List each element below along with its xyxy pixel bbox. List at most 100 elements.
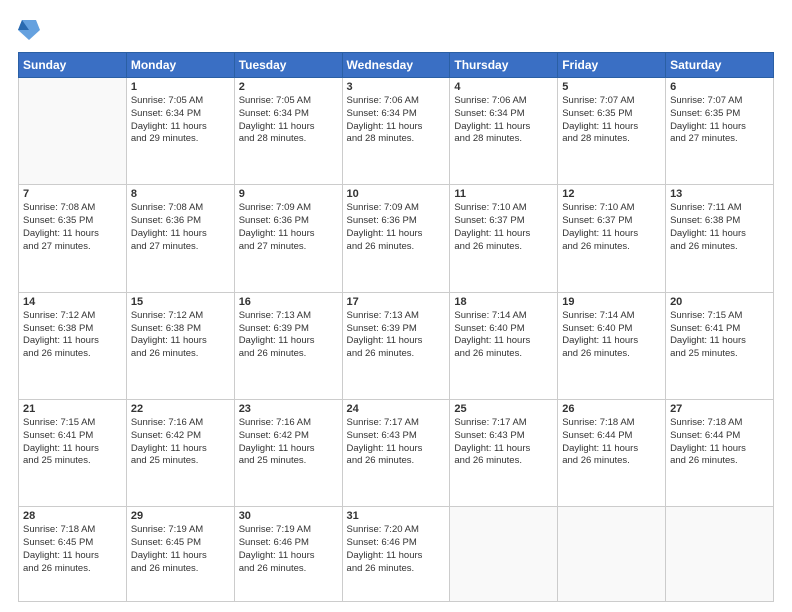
cell-content: Sunrise: 7:12 AM Sunset: 6:38 PM Dayligh… [131, 310, 230, 361]
day-number: 20 [670, 296, 769, 308]
weekday-header: Saturday [666, 53, 774, 78]
cell-content: Sunrise: 7:06 AM Sunset: 6:34 PM Dayligh… [347, 95, 446, 146]
calendar-header-row: SundayMondayTuesdayWednesdayThursdayFrid… [19, 53, 774, 78]
calendar-cell: 28 Sunrise: 7:18 AM Sunset: 6:45 PM Dayli… [19, 507, 127, 602]
cell-content: Sunrise: 7:19 AM Sunset: 6:45 PM Dayligh… [131, 524, 230, 575]
calendar-cell: 26 Sunrise: 7:18 AM Sunset: 6:44 PM Dayli… [558, 400, 666, 507]
day-number: 23 [239, 403, 338, 415]
calendar-cell: 11 Sunrise: 7:10 AM Sunset: 6:37 PM Dayli… [450, 185, 558, 292]
calendar-cell: 24Sunrise: 7:17 AM Sunset: 6:43 PM Dayli… [342, 400, 450, 507]
cell-content: Sunrise: 7:18 AM Sunset: 6:45 PM Dayligh… [23, 524, 122, 575]
calendar-cell: 25 Sunrise: 7:17 AM Sunset: 6:43 PM Dayli… [450, 400, 558, 507]
calendar-cell: 14 Sunrise: 7:12 AM Sunset: 6:38 PM Dayli… [19, 292, 127, 399]
calendar-cell: 18 Sunrise: 7:14 AM Sunset: 6:40 PM Dayli… [450, 292, 558, 399]
calendar-cell: 8 Sunrise: 7:08 AM Sunset: 6:36 PM Daylig… [126, 185, 234, 292]
calendar-cell: 15 Sunrise: 7:12 AM Sunset: 6:38 PM Dayli… [126, 292, 234, 399]
day-number: 6 [670, 81, 769, 93]
cell-content: Sunrise: 7:19 AM Sunset: 6:46 PM Dayligh… [239, 524, 338, 575]
calendar-week-row: 14 Sunrise: 7:12 AM Sunset: 6:38 PM Dayli… [19, 292, 774, 399]
calendar-cell: 5 Sunrise: 7:07 AM Sunset: 6:35 PM Daylig… [558, 78, 666, 185]
cell-content: Sunrise: 7:10 AM Sunset: 6:37 PM Dayligh… [562, 202, 661, 253]
day-number: 25 [454, 403, 553, 415]
calendar-cell: 22Sunrise: 7:16 AM Sunset: 6:42 PM Dayli… [126, 400, 234, 507]
day-number: 27 [670, 403, 769, 415]
cell-content: Sunrise: 7:11 AM Sunset: 6:38 PM Dayligh… [670, 202, 769, 253]
calendar-week-row: 21Sunrise: 7:15 AM Sunset: 6:41 PM Dayli… [19, 400, 774, 507]
day-number: 3 [347, 81, 446, 93]
calendar-cell: 21Sunrise: 7:15 AM Sunset: 6:41 PM Dayli… [19, 400, 127, 507]
cell-content: Sunrise: 7:13 AM Sunset: 6:39 PM Dayligh… [239, 310, 338, 361]
cell-content: Sunrise: 7:08 AM Sunset: 6:36 PM Dayligh… [131, 202, 230, 253]
day-number: 8 [131, 188, 230, 200]
cell-content: Sunrise: 7:14 AM Sunset: 6:40 PM Dayligh… [454, 310, 553, 361]
cell-content: Sunrise: 7:10 AM Sunset: 6:37 PM Dayligh… [454, 202, 553, 253]
calendar-cell: 19 Sunrise: 7:14 AM Sunset: 6:40 PM Dayli… [558, 292, 666, 399]
calendar-cell: 12 Sunrise: 7:10 AM Sunset: 6:37 PM Dayli… [558, 185, 666, 292]
calendar-cell: 13 Sunrise: 7:11 AM Sunset: 6:38 PM Dayli… [666, 185, 774, 292]
logo-icon [18, 18, 40, 42]
day-number: 18 [454, 296, 553, 308]
calendar-cell [450, 507, 558, 602]
cell-content: Sunrise: 7:14 AM Sunset: 6:40 PM Dayligh… [562, 310, 661, 361]
day-number: 29 [131, 510, 230, 522]
calendar-cell: 27 Sunrise: 7:18 AM Sunset: 6:44 PM Dayli… [666, 400, 774, 507]
weekday-header: Sunday [19, 53, 127, 78]
header [18, 18, 774, 42]
cell-content: Sunrise: 7:07 AM Sunset: 6:35 PM Dayligh… [562, 95, 661, 146]
day-number: 31 [347, 510, 446, 522]
calendar-cell: 30 Sunrise: 7:19 AM Sunset: 6:46 PM Dayli… [234, 507, 342, 602]
day-number: 19 [562, 296, 661, 308]
calendar-cell: 3 Sunrise: 7:06 AM Sunset: 6:34 PM Daylig… [342, 78, 450, 185]
cell-content: Sunrise: 7:17 AM Sunset: 6:43 PM Dayligh… [347, 417, 446, 468]
calendar-cell: 10 Sunrise: 7:09 AM Sunset: 6:36 PM Dayli… [342, 185, 450, 292]
cell-content: Sunrise: 7:20 AM Sunset: 6:46 PM Dayligh… [347, 524, 446, 575]
cell-content: Sunrise: 7:07 AM Sunset: 6:35 PM Dayligh… [670, 95, 769, 146]
calendar-week-row: 28 Sunrise: 7:18 AM Sunset: 6:45 PM Dayli… [19, 507, 774, 602]
cell-content: Sunrise: 7:05 AM Sunset: 6:34 PM Dayligh… [239, 95, 338, 146]
calendar-cell: 23 Sunrise: 7:16 AM Sunset: 6:42 PM Dayli… [234, 400, 342, 507]
cell-content: Sunrise: 7:09 AM Sunset: 6:36 PM Dayligh… [347, 202, 446, 253]
day-number: 11 [454, 188, 553, 200]
day-number: 15 [131, 296, 230, 308]
page: SundayMondayTuesdayWednesdayThursdayFrid… [0, 0, 792, 612]
logo [18, 18, 40, 42]
cell-content: Sunrise: 7:16 AM Sunset: 6:42 PM Dayligh… [239, 417, 338, 468]
cell-content: Sunrise: 7:12 AM Sunset: 6:38 PM Dayligh… [23, 310, 122, 361]
day-number: 13 [670, 188, 769, 200]
day-number: 1 [131, 81, 230, 93]
cell-content: Sunrise: 7:18 AM Sunset: 6:44 PM Dayligh… [670, 417, 769, 468]
calendar-table: SundayMondayTuesdayWednesdayThursdayFrid… [18, 52, 774, 602]
cell-content: Sunrise: 7:06 AM Sunset: 6:34 PM Dayligh… [454, 95, 553, 146]
day-number: 30 [239, 510, 338, 522]
calendar-cell: 29 Sunrise: 7:19 AM Sunset: 6:45 PM Dayli… [126, 507, 234, 602]
day-number: 5 [562, 81, 661, 93]
calendar-cell: 31 Sunrise: 7:20 AM Sunset: 6:46 PM Dayli… [342, 507, 450, 602]
calendar-cell: 9Sunrise: 7:09 AM Sunset: 6:36 PM Daylig… [234, 185, 342, 292]
day-number: 10 [347, 188, 446, 200]
calendar-cell [19, 78, 127, 185]
day-number: 7 [23, 188, 122, 200]
calendar-cell: 17Sunrise: 7:13 AM Sunset: 6:39 PM Dayli… [342, 292, 450, 399]
calendar-cell: 20Sunrise: 7:15 AM Sunset: 6:41 PM Dayli… [666, 292, 774, 399]
calendar-cell: 6 Sunrise: 7:07 AM Sunset: 6:35 PM Daylig… [666, 78, 774, 185]
day-number: 16 [239, 296, 338, 308]
calendar-week-row: 7 Sunrise: 7:08 AM Sunset: 6:35 PM Daylig… [19, 185, 774, 292]
weekday-header: Tuesday [234, 53, 342, 78]
cell-content: Sunrise: 7:09 AM Sunset: 6:36 PM Dayligh… [239, 202, 338, 253]
cell-content: Sunrise: 7:18 AM Sunset: 6:44 PM Dayligh… [562, 417, 661, 468]
day-number: 28 [23, 510, 122, 522]
calendar-cell [666, 507, 774, 602]
cell-content: Sunrise: 7:17 AM Sunset: 6:43 PM Dayligh… [454, 417, 553, 468]
calendar-cell: 1Sunrise: 7:05 AM Sunset: 6:34 PM Daylig… [126, 78, 234, 185]
day-number: 4 [454, 81, 553, 93]
calendar-cell: 2 Sunrise: 7:05 AM Sunset: 6:34 PM Daylig… [234, 78, 342, 185]
day-number: 14 [23, 296, 122, 308]
weekday-header: Wednesday [342, 53, 450, 78]
day-number: 12 [562, 188, 661, 200]
day-number: 2 [239, 81, 338, 93]
weekday-header: Monday [126, 53, 234, 78]
cell-content: Sunrise: 7:16 AM Sunset: 6:42 PM Dayligh… [131, 417, 230, 468]
day-number: 26 [562, 403, 661, 415]
day-number: 21 [23, 403, 122, 415]
cell-content: Sunrise: 7:08 AM Sunset: 6:35 PM Dayligh… [23, 202, 122, 253]
